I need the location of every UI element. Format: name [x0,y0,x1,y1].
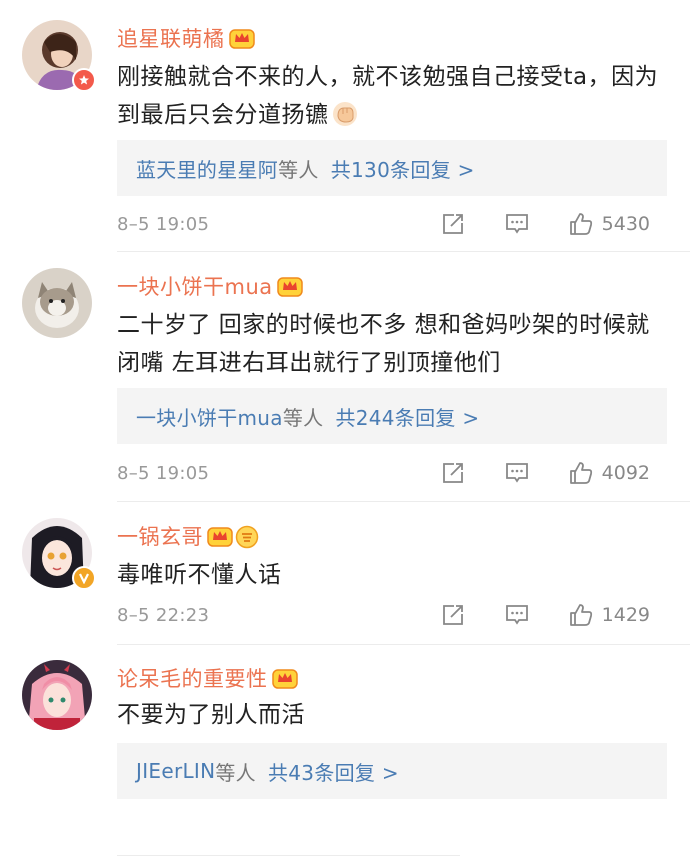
username[interactable]: 追星联萌橘 [117,23,225,53]
fist-emoji [332,101,358,139]
like-count: 5430 [601,213,650,235]
reply-others-label: 等人 [278,157,319,182]
divider [117,855,460,856]
verified-badge-icon [72,68,96,92]
like-count: 4092 [601,462,650,484]
comment-icon[interactable] [504,602,530,628]
action-bar: 1429 [440,600,650,630]
comment-text: 二十岁了 回家的时候也不多 想和爸妈吵架的时候就闭嘴 左耳进右耳出就行了别顶撞他… [117,312,650,376]
avatar[interactable] [22,268,92,338]
reply-users[interactable]: 蓝天里的星星阿 [136,154,278,183]
timestamp: 8–5 19:05 [117,213,210,235]
avatar[interactable] [22,518,96,590]
comment-text: 毒唯听不懂人话 [117,562,282,588]
crown-badge-icon [228,27,255,49]
reply-others-label: 等人 [215,760,256,785]
avatar-image [22,268,92,338]
divider [117,501,690,502]
comment-text: 不要为了别人而活 [117,702,305,728]
avatar-image [22,660,92,730]
timestamp: 8–5 19:05 [117,462,210,484]
avatar[interactable] [22,660,92,730]
reply-count-link[interactable]: 共43条回复 > [268,757,399,786]
crown-badge-icon [271,667,298,689]
comment-icon[interactable] [504,460,530,486]
share-icon[interactable] [440,602,466,628]
divider [117,644,690,645]
reply-count-link[interactable]: 共130条回复 > [331,154,475,183]
reply-users[interactable]: 一块小饼干mua [136,402,283,431]
like-count: 1429 [601,604,650,626]
action-bar: 5430 [440,209,650,239]
like-icon[interactable] [568,460,594,486]
fan-badge-icon [235,525,261,549]
reply-count-link[interactable]: 共244条回复 > [335,402,479,431]
username[interactable]: 一块小饼干mua [117,271,273,301]
divider [117,251,690,252]
reply-summary[interactable]: 蓝天里的星星阿 等人 共130条回复 > [117,140,667,196]
crown-badge-icon [207,525,233,547]
avatar[interactable] [22,20,96,92]
verified-badge-icon [72,566,96,590]
comment-feed: 追星联萌橘 刚接触就合不来的人，就不该勉强自己接受ta，因为到最后只会分道扬镳 … [0,0,690,857]
comment-icon[interactable] [504,211,530,237]
crown-badge-icon [276,275,303,297]
comment-text: 刚接触就合不来的人，就不该勉强自己接受ta，因为到最后只会分道扬镳 [117,58,672,139]
like-icon[interactable] [568,602,594,628]
reply-others-label: 等人 [282,405,324,430]
timestamp: 8–5 22:23 [117,604,210,626]
share-icon[interactable] [440,460,466,486]
action-bar: 4092 [440,458,650,488]
reply-summary[interactable]: 一块小饼干mua 等人 共244条回复 > [117,388,667,444]
like-icon[interactable] [568,211,594,237]
share-icon[interactable] [440,211,466,237]
reply-users[interactable]: JIEerLIN [136,759,215,783]
username[interactable]: 一锅玄哥 [117,521,203,551]
username[interactable]: 论呆毛的重要性 [117,663,268,693]
reply-summary[interactable]: JIEerLIN 等人 共43条回复 > [117,743,667,799]
